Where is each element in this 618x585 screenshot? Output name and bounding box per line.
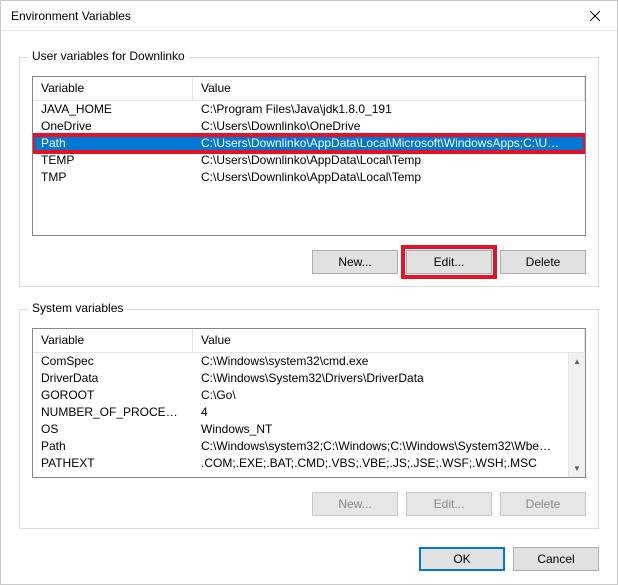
table-row[interactable]: JAVA_HOME C:\Program Files\Java\jdk1.8.0… xyxy=(33,101,585,118)
close-button[interactable] xyxy=(572,1,617,31)
list-header: Variable Value xyxy=(33,329,585,353)
user-variables-list[interactable]: Variable Value JAVA_HOME C:\Program File… xyxy=(32,76,586,236)
scroll-up-icon[interactable]: ▲ xyxy=(569,353,585,370)
user-group-label: User variables for Downlinko xyxy=(28,49,189,63)
cell-value: C:\Users\Downlinko\AppData\Local\Temp xyxy=(193,152,585,169)
table-row[interactable]: TMP C:\Users\Downlinko\AppData\Local\Tem… xyxy=(33,169,585,186)
cell-variable: TMP xyxy=(33,169,193,186)
col-header-variable[interactable]: Variable xyxy=(33,77,193,100)
cell-variable: ComSpec xyxy=(33,353,193,370)
cell-value: C:\Windows\system32;C:\Windows;C:\Window… xyxy=(193,438,568,455)
table-row[interactable]: OneDrive C:\Users\Downlinko\OneDrive xyxy=(33,118,585,135)
cell-value: Windows_NT xyxy=(193,421,568,438)
cell-value: .COM;.EXE;.BAT;.CMD;.VBS;.VBE;.JS;.JSE;.… xyxy=(193,455,568,472)
cell-variable: GOROOT xyxy=(33,387,193,404)
ok-button[interactable]: OK xyxy=(419,547,505,571)
cell-value: C:\Windows\System32\Drivers\DriverData xyxy=(193,370,568,387)
close-icon xyxy=(590,11,600,21)
cell-variable: OneDrive xyxy=(33,118,193,135)
system-group-label: System variables xyxy=(28,301,127,315)
new-button[interactable]: New... xyxy=(312,492,398,516)
table-row[interactable]: DriverData C:\Windows\System32\Drivers\D… xyxy=(33,370,568,387)
cell-value: C:\Program Files\Java\jdk1.8.0_191 xyxy=(193,101,585,118)
cell-variable: DriverData xyxy=(33,370,193,387)
cell-value: C:\Users\Downlinko\AppData\Local\Microso… xyxy=(193,135,585,152)
cell-variable: PATHEXT xyxy=(33,455,193,472)
new-button[interactable]: New... xyxy=(312,250,398,274)
env-vars-dialog: Environment Variables User variables for… xyxy=(0,0,618,585)
table-row[interactable]: ComSpec C:\Windows\system32\cmd.exe xyxy=(33,353,568,370)
cell-value: C:\Go\ xyxy=(193,387,568,404)
cell-variable: Path xyxy=(33,438,193,455)
cell-value: C:\Windows\system32\cmd.exe xyxy=(193,353,568,370)
system-variables-group: System variables Variable Value ComSpec … xyxy=(19,309,599,529)
list-body: ComSpec C:\Windows\system32\cmd.exe Driv… xyxy=(33,353,585,477)
table-row[interactable]: GOROOT C:\Go\ xyxy=(33,387,568,404)
edit-button[interactable]: Edit... xyxy=(406,250,492,274)
cell-variable: JAVA_HOME xyxy=(33,101,193,118)
table-row-selected[interactable]: Path C:\Users\Downlinko\AppData\Local\Mi… xyxy=(33,135,585,152)
cell-variable: Path xyxy=(33,135,193,152)
vertical-scrollbar[interactable]: ▲ ▼ xyxy=(568,353,585,477)
dialog-content: User variables for Downlinko Variable Va… xyxy=(1,31,617,585)
cell-value: C:\Users\Downlinko\OneDrive xyxy=(193,118,585,135)
list-header: Variable Value xyxy=(33,77,585,101)
cell-variable: OS xyxy=(33,421,193,438)
table-row[interactable]: NUMBER_OF_PROCESSORS 4 xyxy=(33,404,568,421)
titlebar: Environment Variables xyxy=(1,1,617,31)
system-variables-list[interactable]: Variable Value ComSpec C:\Windows\system… xyxy=(32,328,586,478)
table-row[interactable]: PATHEXT .COM;.EXE;.BAT;.CMD;.VBS;.VBE;.J… xyxy=(33,455,568,472)
edit-button[interactable]: Edit... xyxy=(406,492,492,516)
table-row[interactable]: TEMP C:\Users\Downlinko\AppData\Local\Te… xyxy=(33,152,585,169)
window-title: Environment Variables xyxy=(11,9,572,23)
delete-button[interactable]: Delete xyxy=(500,250,586,274)
table-row[interactable]: Path C:\Windows\system32;C:\Windows;C:\W… xyxy=(33,438,568,455)
dialog-button-row: OK Cancel xyxy=(19,547,599,571)
scroll-down-icon[interactable]: ▼ xyxy=(569,460,585,477)
col-header-value[interactable]: Value xyxy=(193,329,585,352)
scroll-track[interactable] xyxy=(569,370,585,460)
delete-button[interactable]: Delete xyxy=(500,492,586,516)
cell-value: C:\Users\Downlinko\AppData\Local\Temp xyxy=(193,169,585,186)
col-header-value[interactable]: Value xyxy=(193,77,585,100)
cancel-button[interactable]: Cancel xyxy=(513,547,599,571)
col-header-variable[interactable]: Variable xyxy=(33,329,193,352)
cell-value: 4 xyxy=(193,404,568,421)
system-button-row: New... Edit... Delete xyxy=(32,492,586,516)
cell-variable: NUMBER_OF_PROCESSORS xyxy=(33,404,193,421)
list-body: JAVA_HOME C:\Program Files\Java\jdk1.8.0… xyxy=(33,101,585,235)
table-row[interactable]: OS Windows_NT xyxy=(33,421,568,438)
cell-variable: TEMP xyxy=(33,152,193,169)
user-button-row: New... Edit... Delete xyxy=(32,250,586,274)
user-variables-group: User variables for Downlinko Variable Va… xyxy=(19,57,599,287)
